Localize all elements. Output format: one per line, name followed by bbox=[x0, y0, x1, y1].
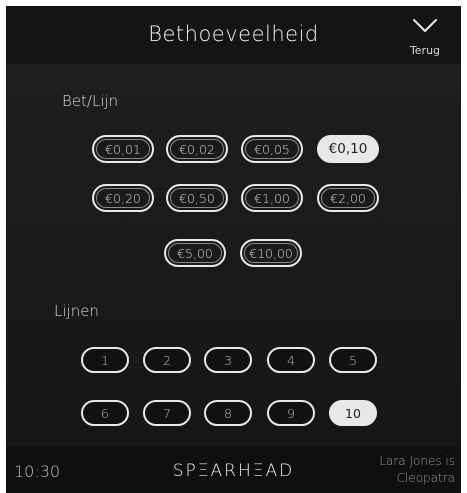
bet-option-0-10[interactable]: €0,10 bbox=[317, 135, 379, 163]
lines-option-8[interactable]: 8 bbox=[204, 400, 252, 426]
lines-option-4[interactable]: 4 bbox=[267, 347, 315, 373]
back-label: Terug bbox=[409, 44, 441, 57]
bet-option-1-00[interactable]: €1,00 bbox=[241, 184, 303, 212]
user-status-line-2: Cleopatra bbox=[396, 471, 455, 485]
page-title: Bethoeveelheid bbox=[148, 22, 319, 46]
lines-option-1[interactable]: 1 bbox=[81, 347, 129, 373]
footer-bar: 10:30 SPΞARHΞAD Lara Jones is Cleopatra bbox=[6, 447, 461, 493]
back-button[interactable]: Terug bbox=[401, 14, 449, 58]
content-area: Bet/Lijn €0,01 €0,02 €0,05 €0,10 €0,20 €… bbox=[6, 64, 461, 447]
lines-option-3[interactable]: 3 bbox=[204, 347, 252, 373]
header-bar: Bethoeveelheid Terug bbox=[6, 6, 461, 64]
bet-settings-panel: Bethoeveelheid Terug Bet/Lijn €0,01 €0,0… bbox=[6, 6, 461, 493]
bet-option-0-20[interactable]: €0,20 bbox=[92, 184, 154, 212]
bet-option-10-00[interactable]: €10,00 bbox=[240, 239, 302, 267]
chevron-down-icon bbox=[413, 19, 437, 32]
lines-option-5[interactable]: 5 bbox=[329, 347, 377, 373]
bet-option-0-02[interactable]: €0,02 bbox=[166, 135, 228, 163]
lines-option-7[interactable]: 7 bbox=[143, 400, 191, 426]
lines-option-10[interactable]: 10 bbox=[329, 400, 377, 426]
bet-option-2-00[interactable]: €2,00 bbox=[317, 184, 379, 212]
lines-option-6[interactable]: 6 bbox=[81, 400, 129, 426]
bet-option-0-50[interactable]: €0,50 bbox=[166, 184, 228, 212]
bet-option-5-00[interactable]: €5,00 bbox=[164, 239, 226, 267]
lines-option-2[interactable]: 2 bbox=[143, 347, 191, 373]
lines-label: Lijnen bbox=[54, 302, 99, 320]
user-status: Lara Jones is Cleopatra bbox=[379, 453, 455, 487]
lines-option-9[interactable]: 9 bbox=[267, 400, 315, 426]
bet-per-line-label: Bet/Lijn bbox=[62, 92, 119, 110]
bet-option-0-01[interactable]: €0,01 bbox=[92, 135, 154, 163]
bet-option-0-05[interactable]: €0,05 bbox=[241, 135, 303, 163]
user-status-line-1: Lara Jones is bbox=[379, 454, 455, 468]
